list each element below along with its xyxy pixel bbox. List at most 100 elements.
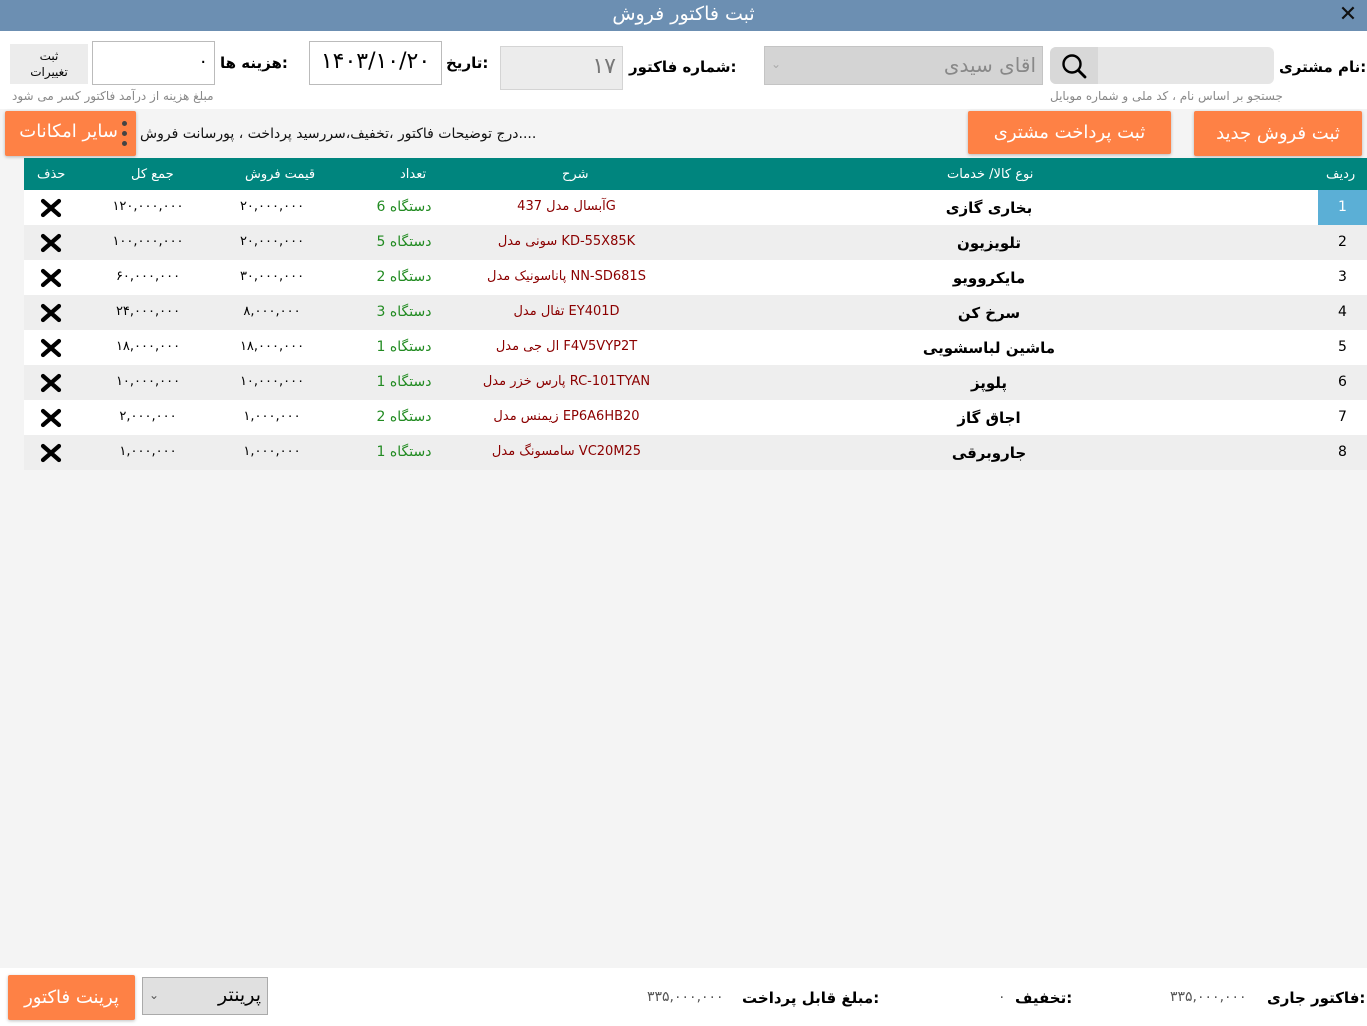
discount-label: تخفیف: (1015, 989, 1073, 1007)
row-total: ۱,۰۰۰,۰۰۰ (119, 444, 177, 459)
row-description: آبسال مدل 437G (517, 199, 616, 214)
delete-x-icon[interactable] (36, 265, 66, 291)
row-index: 5 (1338, 339, 1347, 355)
column-header-index: ردیف (1326, 167, 1356, 182)
row-item-name: جاروبرقی (951, 444, 1027, 462)
row-total: ۱۰۰,۰۰۰,۰۰۰ (112, 234, 184, 249)
payable-label: مبلغ قابل پرداخت: (742, 989, 880, 1007)
table-row[interactable]: 7 اجاق گاز زیمنس مدل EP6A6HB20 2 دستگاه … (24, 400, 1367, 435)
row-price: ۲۰,۰۰۰,۰۰۰ (239, 234, 305, 249)
delete-x-icon[interactable] (36, 335, 66, 361)
cost-label: هزینه ها: (220, 54, 288, 72)
current-invoice-label: فاکتور جاری: (1267, 989, 1366, 1007)
cost-hint: مبلغ هزینه از درآمد فاکتور کسر می شود (12, 89, 214, 103)
chevron-down-icon: ⌄ (149, 988, 160, 1002)
cost-input[interactable]: ۰ (92, 41, 215, 85)
row-item-name: اجاق گاز (957, 409, 1021, 427)
row-quantity: 3 دستگاه (376, 304, 432, 320)
row-quantity: 5 دستگاه (376, 234, 432, 250)
row-item-name: بخاری گازی (945, 199, 1033, 217)
column-header-delete: حذف (37, 167, 66, 182)
column-header-total: جمع کل (131, 167, 174, 182)
table-row[interactable]: 2 تلویزیون سونی مدل KD-55X85K 5 دستگاه ۲… (24, 225, 1367, 260)
row-item-name: مایکروویو (952, 269, 1026, 287)
row-index: 1 (1318, 190, 1367, 225)
delete-x-icon[interactable] (36, 370, 66, 396)
table-row[interactable]: 6 پلوپز پارس خزر مدل RC-101TYAN 1 دستگاه… (24, 365, 1367, 400)
customer-selected-value: اقای سیدی (943, 53, 1036, 77)
row-item-name: تلویزیون (957, 234, 1021, 252)
customer-dropdown[interactable]: اقای سیدی ⌄ (764, 46, 1043, 85)
column-header-price: قیمت فروش (245, 167, 316, 182)
row-description: پارس خزر مدل RC-101TYAN (482, 374, 651, 389)
print-invoice-button[interactable]: پرینت فاکتور (8, 975, 135, 1020)
table-row[interactable]: 3 مایکروویو پاناسونیک مدل NN-SD681S 2 دس… (24, 260, 1367, 295)
row-quantity: 1 دستگاه (376, 444, 432, 460)
customer-label: نام مشتری: (1279, 58, 1367, 76)
row-total: ۲۴,۰۰۰,۰۰۰ (115, 304, 181, 319)
table-row[interactable]: 5 ماشین لباسشویی ال جی مدل F4V5VYP2T 1 د… (24, 330, 1367, 365)
delete-x-icon[interactable] (36, 195, 66, 221)
row-quantity: 1 دستگاه (376, 374, 432, 390)
delete-x-icon[interactable] (36, 440, 66, 466)
row-item-name: پلوپز (970, 374, 1008, 392)
table-row[interactable]: 1 بخاری گازی آبسال مدل 437G 6 دستگاه ۲۰,… (24, 190, 1367, 225)
title-bar: ثبت فاکتور فروش ✕ (0, 0, 1367, 31)
row-total: ۶۰,۰۰۰,۰۰۰ (115, 269, 181, 284)
new-sale-button[interactable]: ثبت فروش جدید (1194, 111, 1362, 156)
row-index: 4 (1338, 304, 1347, 320)
delete-x-icon[interactable] (36, 300, 66, 326)
column-header-item: نوع کالا/ خدمات (947, 167, 1034, 182)
row-description: پاناسونیک مدل NN-SD681S (487, 269, 646, 284)
row-index: 2 (1338, 234, 1347, 250)
row-description: سامسونگ مدل VC20M25 (491, 444, 642, 459)
invoice-number-label: شماره فاکتور: (629, 58, 737, 76)
window-title: ثبت فاکتور فروش (612, 3, 755, 25)
row-quantity: 6 دستگاه (376, 199, 432, 215)
current-invoice-value: ۳۳۵,۰۰۰,۰۰۰ (1170, 989, 1247, 1005)
row-price: ۱۸,۰۰۰,۰۰۰ (239, 339, 305, 354)
column-header-quantity: تعداد (400, 167, 427, 182)
row-quantity: 2 دستگاه (376, 409, 432, 425)
more-options-button[interactable]: سایر امکانات (5, 111, 136, 156)
date-field[interactable]: ۱۴۰۳/۱۰/۲۰ (309, 41, 442, 85)
date-label: تاریخ: (446, 54, 489, 72)
customer-payment-button[interactable]: ثبت پرداخت مشتری (968, 111, 1171, 154)
row-description: تفال مدل EY401D (513, 304, 620, 319)
vertical-dots-icon (122, 121, 128, 146)
column-header-description: شرح (562, 167, 589, 182)
row-index: 8 (1338, 444, 1347, 460)
delete-x-icon[interactable] (36, 405, 66, 431)
payable-value: ۳۳۵,۰۰۰,۰۰۰ (647, 989, 724, 1005)
row-price: ۲۰,۰۰۰,۰۰۰ (239, 199, 305, 214)
row-total: ۲,۰۰۰,۰۰۰ (119, 409, 177, 424)
printer-selected-value: پرینتر (217, 984, 261, 1006)
row-quantity: 1 دستگاه (376, 339, 432, 355)
invoice-number-field: ۱۷ (500, 46, 623, 90)
table-row[interactable]: 4 سرخ کن تفال مدل EY401D 3 دستگاه ۸,۰۰۰,… (24, 295, 1367, 330)
row-index: 7 (1338, 409, 1347, 425)
printer-dropdown[interactable]: پرینتر ⌄ (142, 977, 268, 1015)
more-options-label: سایر امکانات (19, 121, 118, 142)
row-price: ۱,۰۰۰,۰۰۰ (243, 444, 301, 459)
row-item-name: سرخ کن (957, 304, 1021, 322)
row-index: 6 (1338, 374, 1347, 390)
row-index: 3 (1338, 269, 1347, 285)
customer-search-input[interactable] (1099, 49, 1271, 82)
row-price: ۱۰,۰۰۰,۰۰۰ (239, 374, 305, 389)
row-description: ال جی مدل F4V5VYP2T (495, 339, 638, 354)
grid-header: ردیف نوع کالا/ خدمات شرح تعداد قیمت فروش… (24, 158, 1367, 190)
row-description: زیمنس مدل EP6A6HB20 (493, 409, 640, 424)
row-description: سونی مدل KD-55X85K (497, 234, 636, 249)
row-price: ۸,۰۰۰,۰۰۰ (243, 304, 301, 319)
extras-hint: درج توضیحات فاکتور ،تخفیف،سررسید پرداخت … (140, 126, 537, 142)
save-changes-button[interactable]: ثبت تغییرات (10, 44, 88, 84)
search-hint: جستجو بر اساس نام ، کد ملی و شماره موبای… (1050, 89, 1283, 103)
discount-value: ۰ (998, 989, 1006, 1005)
row-total: ۱۸,۰۰۰,۰۰۰ (115, 339, 181, 354)
row-total: ۱۲۰,۰۰۰,۰۰۰ (112, 199, 184, 214)
search-button[interactable] (1050, 47, 1098, 84)
table-row[interactable]: 8 جاروبرقی سامسونگ مدل VC20M25 1 دستگاه … (24, 435, 1367, 470)
close-icon[interactable]: ✕ (1335, 2, 1361, 28)
delete-x-icon[interactable] (36, 230, 66, 256)
